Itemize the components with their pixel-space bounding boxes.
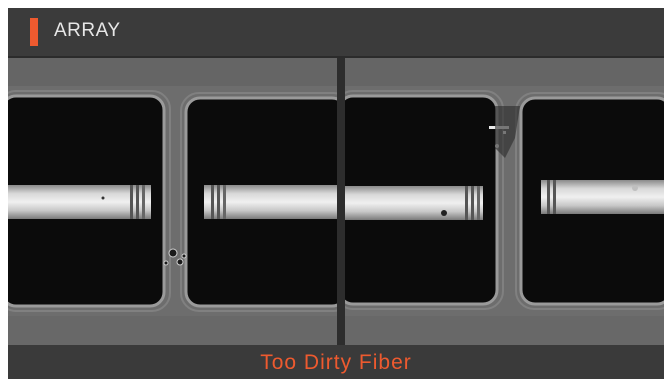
view-divider <box>337 58 345 345</box>
right-fiber-view <box>345 58 664 345</box>
fiber-left-a <box>8 185 151 219</box>
header-bar: ARRAY <box>8 8 664 56</box>
fiber-left-b <box>204 185 337 219</box>
splicer-screen: ARRAY Too Dirty Fiber <box>8 8 664 379</box>
mode-title: ARRAY <box>54 20 121 41</box>
left-fiber-view <box>8 58 337 345</box>
left-fiber-image <box>8 58 337 345</box>
fiber-right-b <box>541 180 664 214</box>
status-message: Too Dirty Fiber <box>260 351 412 374</box>
fiber-right-a <box>345 186 483 220</box>
mode-accent-bar <box>30 18 38 46</box>
status-bar: Too Dirty Fiber <box>8 345 664 379</box>
right-fiber-image <box>345 58 664 345</box>
